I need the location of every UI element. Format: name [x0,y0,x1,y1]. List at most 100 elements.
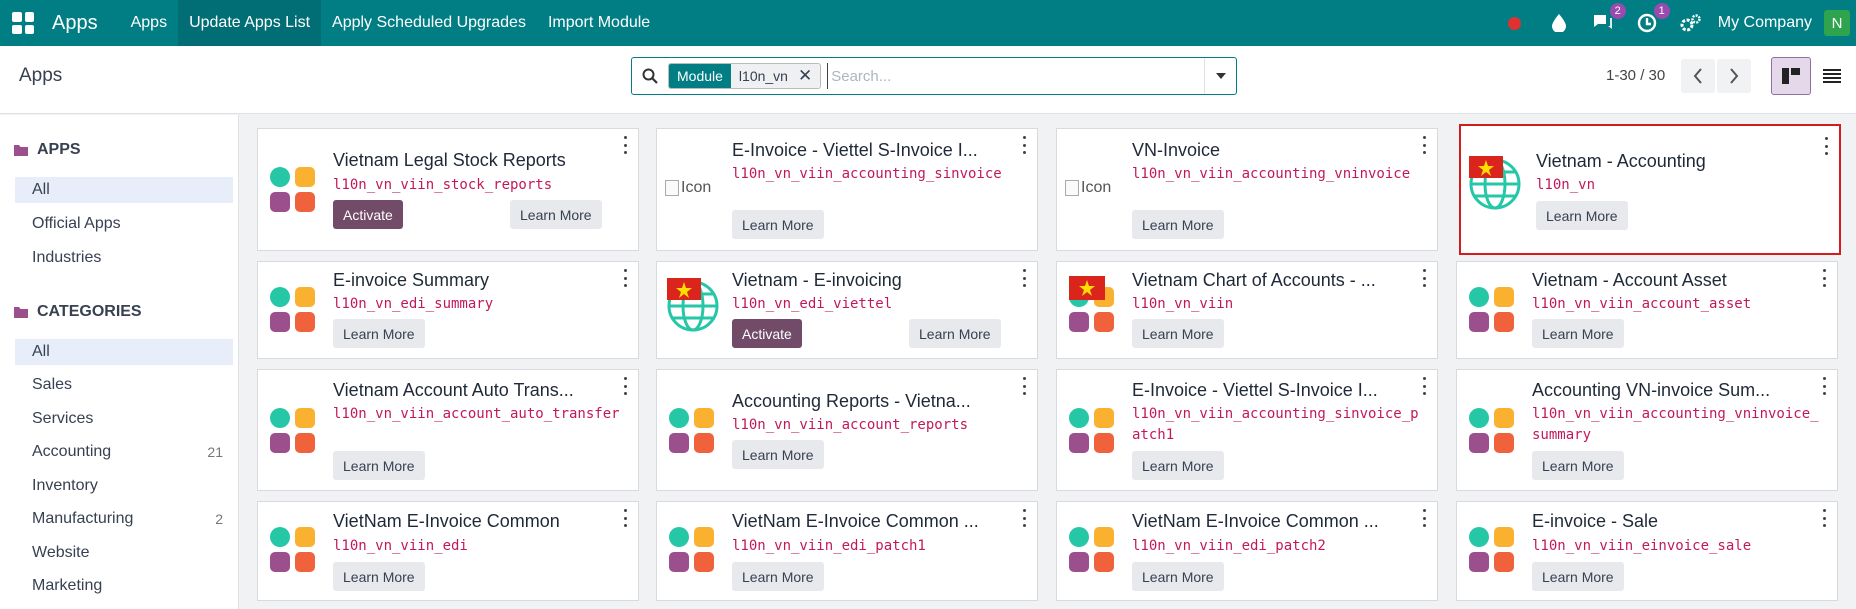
company-settings-icon[interactable] [1680,12,1702,34]
record-dot-icon[interactable] [1504,12,1526,34]
learn-more-button[interactable]: Learn More [732,440,824,469]
sidebar-category-all[interactable]: All [15,339,233,365]
card-menu-icon[interactable] [622,377,628,395]
sidebar-category-accounting[interactable]: Accounting 21 [15,439,233,465]
app-technical-name: l10n_vn_viin [1132,296,1234,312]
learn-more-button[interactable]: Learn More [1532,451,1624,480]
learn-more-button[interactable]: Learn More [333,562,425,591]
learn-more-button[interactable]: Learn More [1532,319,1624,348]
list-view-button[interactable] [1812,57,1852,95]
card-menu-icon[interactable] [1021,377,1027,395]
sidebar-apps-official[interactable]: Official Apps [15,211,233,237]
sidebar-category-marketing[interactable]: Marketing [15,573,233,599]
app-title: Vietnam Legal Stock Reports [333,150,566,170]
learn-more-button[interactable]: Learn More [1132,451,1224,480]
card-menu-icon[interactable] [1421,269,1427,287]
pager-value[interactable]: 1-30 / 30 [1606,67,1665,84]
app-card[interactable]: E-Invoice - Viettel S-Invoice I... l10n_… [1056,369,1438,491]
app-card[interactable]: Vietnam Chart of Accounts - ... l10n_vn_… [1056,261,1438,359]
app-menu-icon[interactable] [12,12,34,34]
learn-more-button[interactable]: Learn More [333,319,425,348]
app-card[interactable]: Vietnam - E-invoicing l10n_vn_edi_viette… [656,261,1038,359]
pager-next-button[interactable] [1717,59,1751,93]
app-card[interactable]: Vietnam Account Auto Trans... l10n_vn_vi… [257,369,639,491]
card-menu-icon[interactable] [1421,509,1427,527]
activate-button[interactable]: Activate [732,319,802,348]
learn-more-button[interactable]: Learn More [732,210,824,239]
card-menu-icon[interactable] [1821,377,1827,395]
learn-more-button[interactable]: Learn More [1532,562,1624,591]
sidebar-category-website[interactable]: Website [15,540,233,566]
kanban-view-button[interactable] [1771,57,1811,95]
app-technical-name: l10n_vn_viin_edi_patch2 [1132,538,1326,554]
broken-image-icon: Icon [1065,179,1111,197]
card-menu-icon[interactable] [1823,137,1829,155]
activity-clock-icon[interactable]: 1 [1636,3,1670,34]
app-card[interactable]: Accounting Reports - Vietna... l10n_vn_v… [656,369,1038,491]
app-card[interactable]: Vietnam - Account Asset l10n_vn_viin_acc… [1456,261,1838,359]
learn-more-button[interactable]: Learn More [732,562,824,591]
app-technical-name: l10n_vn_edi_viettel [732,296,893,312]
app-card[interactable]: Vietnam Legal Stock Reports l10n_vn_viin… [257,128,639,251]
app-title: E-invoice Summary [333,270,490,290]
learn-more-button[interactable]: Learn More [333,451,425,480]
app-card[interactable]: Vietnam - Accounting l10n_vn Learn More [1459,124,1841,255]
app-technical-name: l10n_vn_viin_edi_patch1 [732,538,926,554]
learn-more-button[interactable]: Learn More [510,200,602,229]
app-card[interactable]: VietNam E-Invoice Common ... l10n_vn_vii… [656,501,1038,601]
category-count: 2 [215,511,223,527]
app-card[interactable]: Icon VN-Invoice l10n_vn_viin_accounting_… [1056,128,1438,251]
app-card[interactable]: VietNam E-Invoice Common l10n_vn_viin_ed… [257,501,639,601]
app-title: Vietnam - Account Asset [1532,270,1727,290]
card-menu-icon[interactable] [622,136,628,154]
company-switcher[interactable]: My Company [1718,14,1812,32]
card-menu-icon[interactable] [1821,509,1827,527]
menu-apps[interactable]: Apps [120,0,178,46]
sidebar-apps-industries[interactable]: Industries [15,245,233,271]
chat-icon[interactable]: 2 [1592,3,1626,34]
app-technical-name: l10n_vn_edi_summary [333,296,494,312]
sidebar-category-sales[interactable]: Sales [15,372,233,398]
sidebar-category-manufacturing[interactable]: Manufacturing 2 [15,506,233,532]
sidebar-apps-all[interactable]: All [15,177,233,203]
learn-more-button[interactable]: Learn More [1536,201,1628,230]
app-title: VietNam E-Invoice Common [333,511,560,531]
learn-more-button[interactable]: Learn More [1132,210,1224,239]
user-avatar[interactable]: N [1824,10,1850,36]
search-icon[interactable] [632,68,668,84]
app-title: Vietnam - E-invoicing [732,270,902,290]
menu-update-apps-list[interactable]: Update Apps List [178,0,322,46]
card-menu-icon[interactable] [1021,509,1027,527]
learn-more-button[interactable]: Learn More [1132,319,1224,348]
search-options-toggle[interactable] [1204,58,1236,94]
pager-previous-button[interactable] [1681,59,1715,93]
facet-remove-icon[interactable]: ✕ [793,64,821,88]
app-card[interactable]: VietNam E-Invoice Common ... l10n_vn_vii… [1056,501,1438,601]
card-menu-icon[interactable] [1021,269,1027,287]
app-card[interactable]: Icon E-Invoice - Viettel S-Invoice I... … [656,128,1038,251]
app-card[interactable]: E-invoice - Sale l10n_vn_viin_einvoice_s… [1456,501,1838,601]
app-card[interactable]: E-invoice Summary l10n_vn_edi_summary Le… [257,261,639,359]
learn-more-button[interactable]: Learn More [909,319,1001,348]
learn-more-button[interactable]: Learn More [1132,562,1224,591]
app-title: VietNam E-Invoice Common ... [732,511,979,531]
sidebar-category-services[interactable]: Services [15,406,233,432]
vietnam-flag-icon [1069,276,1105,300]
menu-import-module[interactable]: Import Module [537,0,661,46]
search-input[interactable] [827,63,1204,89]
control-panel: Apps Module l10n_vn ✕ 1-30 / 30 [0,46,1856,114]
card-menu-icon[interactable] [1421,136,1427,154]
activate-button[interactable]: Activate [333,200,403,229]
app-technical-name: l10n_vn_viin_account_asset [1532,296,1752,312]
card-menu-icon[interactable] [1821,269,1827,287]
card-menu-icon[interactable] [1021,136,1027,154]
card-menu-icon[interactable] [622,269,628,287]
menu-apply-scheduled-upgrades[interactable]: Apply Scheduled Upgrades [321,0,537,46]
drop-icon[interactable] [1548,12,1570,34]
app-card[interactable]: Accounting VN-invoice Sum... l10n_vn_vii… [1456,369,1838,491]
card-menu-icon[interactable] [622,509,628,527]
sidebar-category-inventory[interactable]: Inventory [15,473,233,499]
app-brand[interactable]: Apps [52,12,98,35]
apps-heading-label: APPS [37,141,81,158]
card-menu-icon[interactable] [1421,377,1427,395]
